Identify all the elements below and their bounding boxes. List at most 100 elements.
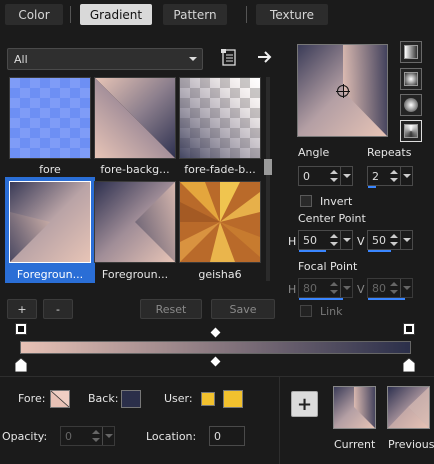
- repeats-value: 2: [372, 169, 379, 183]
- focal-v-slider-bar[interactable]: [368, 298, 405, 300]
- transparency-stop-right[interactable]: [403, 323, 415, 335]
- center-h-slider-bar[interactable]: [299, 250, 326, 252]
- center-h-value: 50: [303, 233, 317, 247]
- chevron-down-icon[interactable]: [340, 279, 352, 297]
- center-v-slider-bar[interactable]: [368, 250, 391, 252]
- remove-gradient-button[interactable]: -: [43, 299, 73, 319]
- transparency-midpoint[interactable]: [210, 327, 221, 338]
- fore-label: Fore:: [18, 392, 46, 405]
- gradient-thumb-foreground-selected[interactable]: [9, 181, 91, 263]
- focal-h-label: H: [288, 283, 297, 296]
- crosshair-icon[interactable]: [336, 84, 350, 98]
- location-input[interactable]: 0: [209, 426, 245, 446]
- sunburst-style-button[interactable]: [400, 120, 422, 142]
- gradient-thumb-fore[interactable]: [9, 77, 91, 159]
- spin-arrows-icon[interactable]: [330, 232, 338, 248]
- spin-arrows-icon[interactable]: [390, 168, 398, 184]
- gradient-thumb-fore-fade[interactable]: [179, 77, 261, 159]
- previous-label: Previous: [388, 438, 434, 451]
- gradient-thumb-label: Foregroun...: [101, 268, 169, 281]
- spin-arrows-icon[interactable]: [390, 232, 398, 248]
- library-options-icon[interactable]: [221, 49, 237, 66]
- chevron-down-icon[interactable]: [340, 167, 352, 185]
- category-value: All: [14, 52, 28, 66]
- tab-separator: [246, 6, 247, 23]
- gradient-thumb-label: Foregroun...: [16, 268, 84, 281]
- gradient-thumb-geisha6[interactable]: [179, 181, 261, 263]
- chevron-down-icon[interactable]: [400, 167, 412, 185]
- angle-label: Angle: [298, 146, 330, 159]
- back-swatch[interactable]: [121, 390, 141, 408]
- invert-checkbox[interactable]: [300, 195, 312, 207]
- spin-arrows-icon[interactable]: [330, 168, 338, 184]
- location-value: 0: [214, 429, 221, 443]
- center-h-input[interactable]: 50: [298, 230, 353, 252]
- gradient-thumb-fore-background[interactable]: [94, 77, 176, 159]
- center-h-label: H: [288, 235, 297, 248]
- focal-v-input[interactable]: 80: [367, 278, 413, 300]
- previous-gradient-swatch[interactable]: [387, 386, 430, 429]
- color-stop-right[interactable]: [402, 357, 416, 373]
- repeats-slider-bar[interactable]: [368, 186, 376, 188]
- tab-texture[interactable]: Texture: [256, 4, 328, 25]
- color-stop-left[interactable]: [14, 357, 28, 373]
- opacity-input[interactable]: 0: [60, 426, 115, 446]
- focal-h-slider-bar[interactable]: [299, 298, 343, 300]
- tab-separator: [70, 6, 71, 23]
- gradient-thumb-label: fore: [39, 163, 61, 176]
- gradient-library: fore fore-backg... fore-fade-b... Foregr…: [5, 74, 275, 288]
- focal-v-label: V: [357, 283, 365, 296]
- link-checkbox[interactable]: [300, 305, 312, 317]
- library-scrollbar[interactable]: [264, 77, 272, 281]
- focal-h-input[interactable]: 80: [298, 278, 353, 300]
- gradient-thumb-label: fore-backg...: [100, 163, 170, 176]
- opacity-value: 0: [65, 429, 72, 443]
- spin-arrows-icon[interactable]: [92, 428, 100, 444]
- angle-input[interactable]: 0: [298, 166, 353, 186]
- gradient-bar[interactable]: [20, 341, 411, 354]
- user-swatch[interactable]: [223, 390, 243, 408]
- user-label: User:: [164, 392, 193, 405]
- linear-style-button[interactable]: [400, 41, 422, 63]
- focal-h-value: 80: [303, 281, 317, 295]
- chevron-down-icon[interactable]: [400, 231, 412, 249]
- spin-arrows-icon[interactable]: [390, 280, 398, 296]
- current-gradient-swatch[interactable]: [333, 386, 376, 429]
- gradient-thumb-foreground-2[interactable]: [94, 181, 176, 263]
- tab-color[interactable]: Color: [5, 4, 63, 25]
- repeats-input[interactable]: 2: [367, 166, 413, 188]
- location-label: Location:: [146, 430, 197, 443]
- focal-v-value: 80: [372, 281, 386, 295]
- gradient-thumb-label: geisha6: [198, 268, 242, 281]
- back-label: Back:: [88, 392, 119, 405]
- chevron-down-icon[interactable]: [400, 279, 412, 297]
- transparency-stop-left[interactable]: [15, 323, 27, 335]
- center-v-input[interactable]: 50: [367, 230, 413, 252]
- chevron-down-icon[interactable]: [102, 427, 114, 445]
- category-dropdown[interactable]: All: [7, 48, 203, 70]
- bottom-separator: [0, 376, 434, 377]
- spin-arrows-icon[interactable]: [330, 280, 338, 296]
- color-midpoint[interactable]: [210, 356, 221, 367]
- arrow-right-icon[interactable]: [257, 50, 273, 64]
- chevron-down-icon[interactable]: [340, 231, 352, 249]
- tab-gradient[interactable]: Gradient: [80, 4, 152, 25]
- gradient-preview[interactable]: [297, 44, 388, 137]
- center-v-value: 50: [372, 233, 386, 247]
- center-v-label: V: [357, 235, 365, 248]
- link-label: Link: [320, 305, 343, 318]
- gradient-thumb-label: fore-fade-b...: [184, 163, 256, 176]
- angle-value: 0: [303, 169, 310, 183]
- scrollbar-thumb[interactable]: [264, 159, 272, 175]
- reset-button[interactable]: Reset: [140, 299, 202, 319]
- radial-style-button[interactable]: [400, 94, 422, 116]
- fore-swatch[interactable]: [50, 390, 70, 408]
- tab-pattern[interactable]: Pattern: [163, 4, 227, 25]
- bottom-vertical-separator: [279, 376, 280, 464]
- invert-label: Invert: [320, 195, 353, 208]
- add-to-library-button[interactable]: +: [291, 391, 318, 417]
- save-button[interactable]: Save: [211, 299, 275, 319]
- rectangular-style-button[interactable]: [400, 68, 422, 90]
- user-swatch-small[interactable]: [201, 392, 215, 406]
- add-gradient-button[interactable]: +: [7, 299, 37, 319]
